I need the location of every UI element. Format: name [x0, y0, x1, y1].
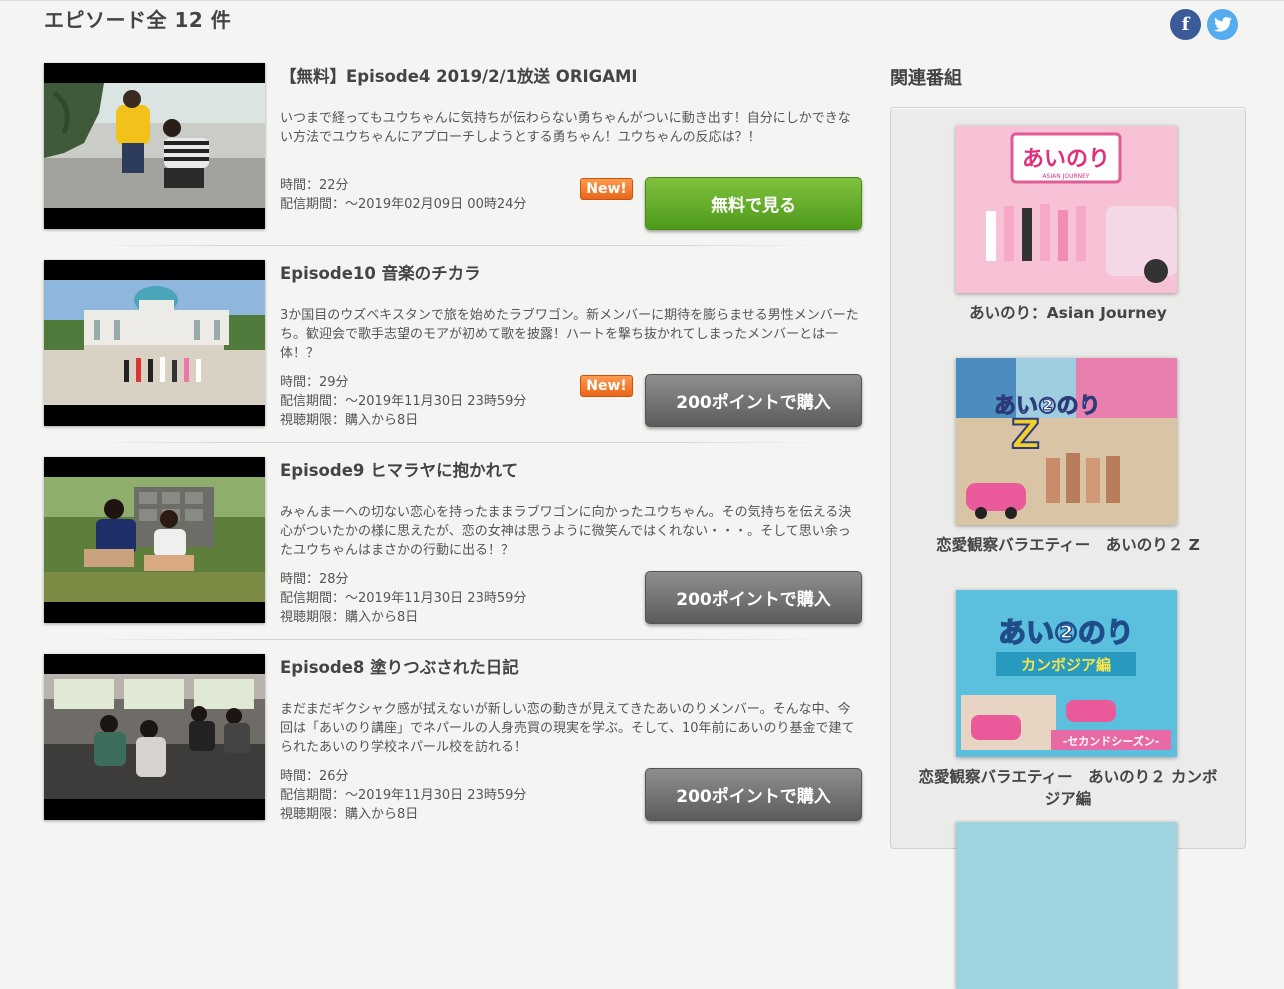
second-season-ribbon: -セカンドシーズン- [1063, 734, 1160, 748]
watch-free-button[interactable]: 無料で見る [645, 177, 862, 230]
episode-item: Episode10 音楽のチカラ 3か国目のウズベキスタンで旅を始めたラブワゴン… [44, 260, 862, 457]
episode-title[interactable]: Episode10 音楽のチカラ [280, 260, 481, 284]
episode-title[interactable]: Episode8 塗りつぶされた日記 [280, 654, 519, 678]
asian-journey-logo-sub: ASIAN JOURNEY [1042, 173, 1090, 180]
related-program-title[interactable]: 恋愛観察バラエティー あいのり２ Z [911, 534, 1225, 556]
episode-thumbnail-image [44, 280, 265, 405]
episode-thumbnail[interactable] [44, 63, 265, 229]
page-title: エピソード全 12 件 [44, 8, 232, 32]
episode-list: 【無料】Episode4 2019/2/1放送 ORIGAMI いつまで経っても… [44, 63, 862, 851]
episode-viewing-limit: 視聴期限：購入から8日 [280, 807, 419, 822]
facebook-share-icon[interactable]: f [1170, 9, 1201, 40]
episode-duration: 時間：29分 [280, 375, 349, 390]
buy-with-points-button[interactable]: 200ポイントで購入 [645, 571, 862, 624]
episode-thumbnail[interactable] [44, 260, 265, 426]
episode-thumbnail[interactable] [44, 654, 265, 820]
buy-with-points-button[interactable]: 200ポイントで購入 [645, 768, 862, 821]
episode-meta: 時間：26分 配信期間：～2019年11月30日 23時59分 視聴期限：購入か… [280, 767, 526, 824]
new-badge: New! [580, 375, 633, 397]
episode-duration: 時間：28分 [280, 572, 349, 587]
episode-description: 3か国目のウズベキスタンで旅を始めたラブワゴン。新メンバーに期待を膨らませる男性… [280, 308, 859, 361]
episode-period: 配信期間：～2019年11月30日 23時59分 [280, 394, 527, 409]
buy-with-points-button[interactable]: 200ポイントで購入 [645, 374, 862, 427]
related-program-thumbnail[interactable]: あいのり ASIAN JOURNEY [956, 126, 1177, 293]
episode-divider [84, 245, 822, 246]
related-program-thumbnail[interactable]: あい②のり Z [956, 358, 1177, 525]
related-program-thumbnail[interactable]: あい②のり カンボジア編 -セカンドシーズン- [956, 590, 1177, 757]
episode-meta: 時間：29分 配信期間：～2019年11月30日 23時59分 視聴期限：購入か… [280, 373, 526, 430]
episode-description: みゃんまーへの切ない恋心を持ったままラブワゴンに向かったユウちゃん。その気持ちを… [280, 505, 852, 558]
episode-meta: 時間：28分 配信期間：～2019年11月30日 23時59分 視聴期限：購入か… [280, 570, 526, 627]
episode-divider [84, 639, 822, 640]
asian-journey-logo: あいのり [1022, 147, 1110, 172]
episode-period: 配信期間：～2019年11月30日 23時59分 [280, 591, 527, 606]
episode-title[interactable]: Episode9 ヒマラヤに抱かれて [280, 457, 518, 481]
related-programs-title: 関連番組 [890, 68, 962, 89]
episode-duration: 時間：22分 [280, 178, 349, 193]
related-programs-panel: あいのり ASIAN JOURNEY あいのり：Asian Journey あい… [890, 107, 1246, 989]
episode-viewing-limit: 視聴期限：購入から8日 [280, 413, 419, 428]
top-divider [0, 0, 1284, 1]
ainori-cambodia-logo: あい②のり [998, 616, 1134, 649]
twitter-bird-icon [1213, 17, 1232, 32]
episode-description: まだまだギクシャク感が拭えないが新しい恋の動きが見えてきたあいのりメンバー。そん… [280, 702, 855, 755]
episode-duration: 時間：26分 [280, 769, 349, 784]
episode-period: 配信期間：～2019年11月30日 23時59分 [280, 788, 527, 803]
related-program-title[interactable]: 恋愛観察バラエティー あいのり２ カンボジア編 [911, 766, 1225, 810]
episode-item: 【無料】Episode4 2019/2/1放送 ORIGAMI いつまで経っても… [44, 63, 862, 260]
related-program-image: あい②のり カンボジア編 -セカンドシーズン- [956, 590, 1177, 757]
episode-thumbnail-image [44, 83, 265, 208]
episode-divider [84, 442, 822, 443]
episode-thumbnail-image [44, 674, 265, 799]
episode-item: Episode9 ヒマラヤに抱かれて みゃんまーへの切ない恋心を持ったままラブワ… [44, 457, 862, 654]
episode-title[interactable]: 【無料】Episode4 2019/2/1放送 ORIGAMI [280, 63, 638, 87]
ainori-z-logo: あい②のり [994, 394, 1101, 419]
related-program-image: あいのり ASIAN JOURNEY [956, 126, 1177, 293]
cambodia-edition-label: カンボジア編 [1021, 656, 1111, 674]
episode-description: いつまで経ってもユウちゃんに気持ちが伝わらない勇ちゃんがついに動き出す！自分にし… [280, 111, 851, 145]
episode-thumbnail[interactable] [44, 457, 265, 623]
related-program-title[interactable]: あいのり：Asian Journey [911, 302, 1225, 324]
svg-text:Z: Z [1011, 412, 1040, 458]
episode-viewing-limit: 視聴期限：購入から8日 [280, 610, 419, 625]
episode-meta: 時間：22分 配信期間：～2019年02月09日 00時24分 [280, 176, 526, 214]
related-program-thumbnail[interactable] [956, 822, 1177, 989]
episode-thumbnail-image [44, 477, 265, 602]
new-badge: New! [580, 178, 633, 200]
related-program-image: あい②のり Z [956, 358, 1177, 525]
twitter-share-icon[interactable] [1207, 9, 1238, 40]
episode-period: 配信期間：～2019年02月09日 00時24分 [280, 197, 527, 212]
episode-item: Episode8 塗りつぶされた日記 まだまだギクシャク感が拭えないが新しい恋の… [44, 654, 862, 851]
